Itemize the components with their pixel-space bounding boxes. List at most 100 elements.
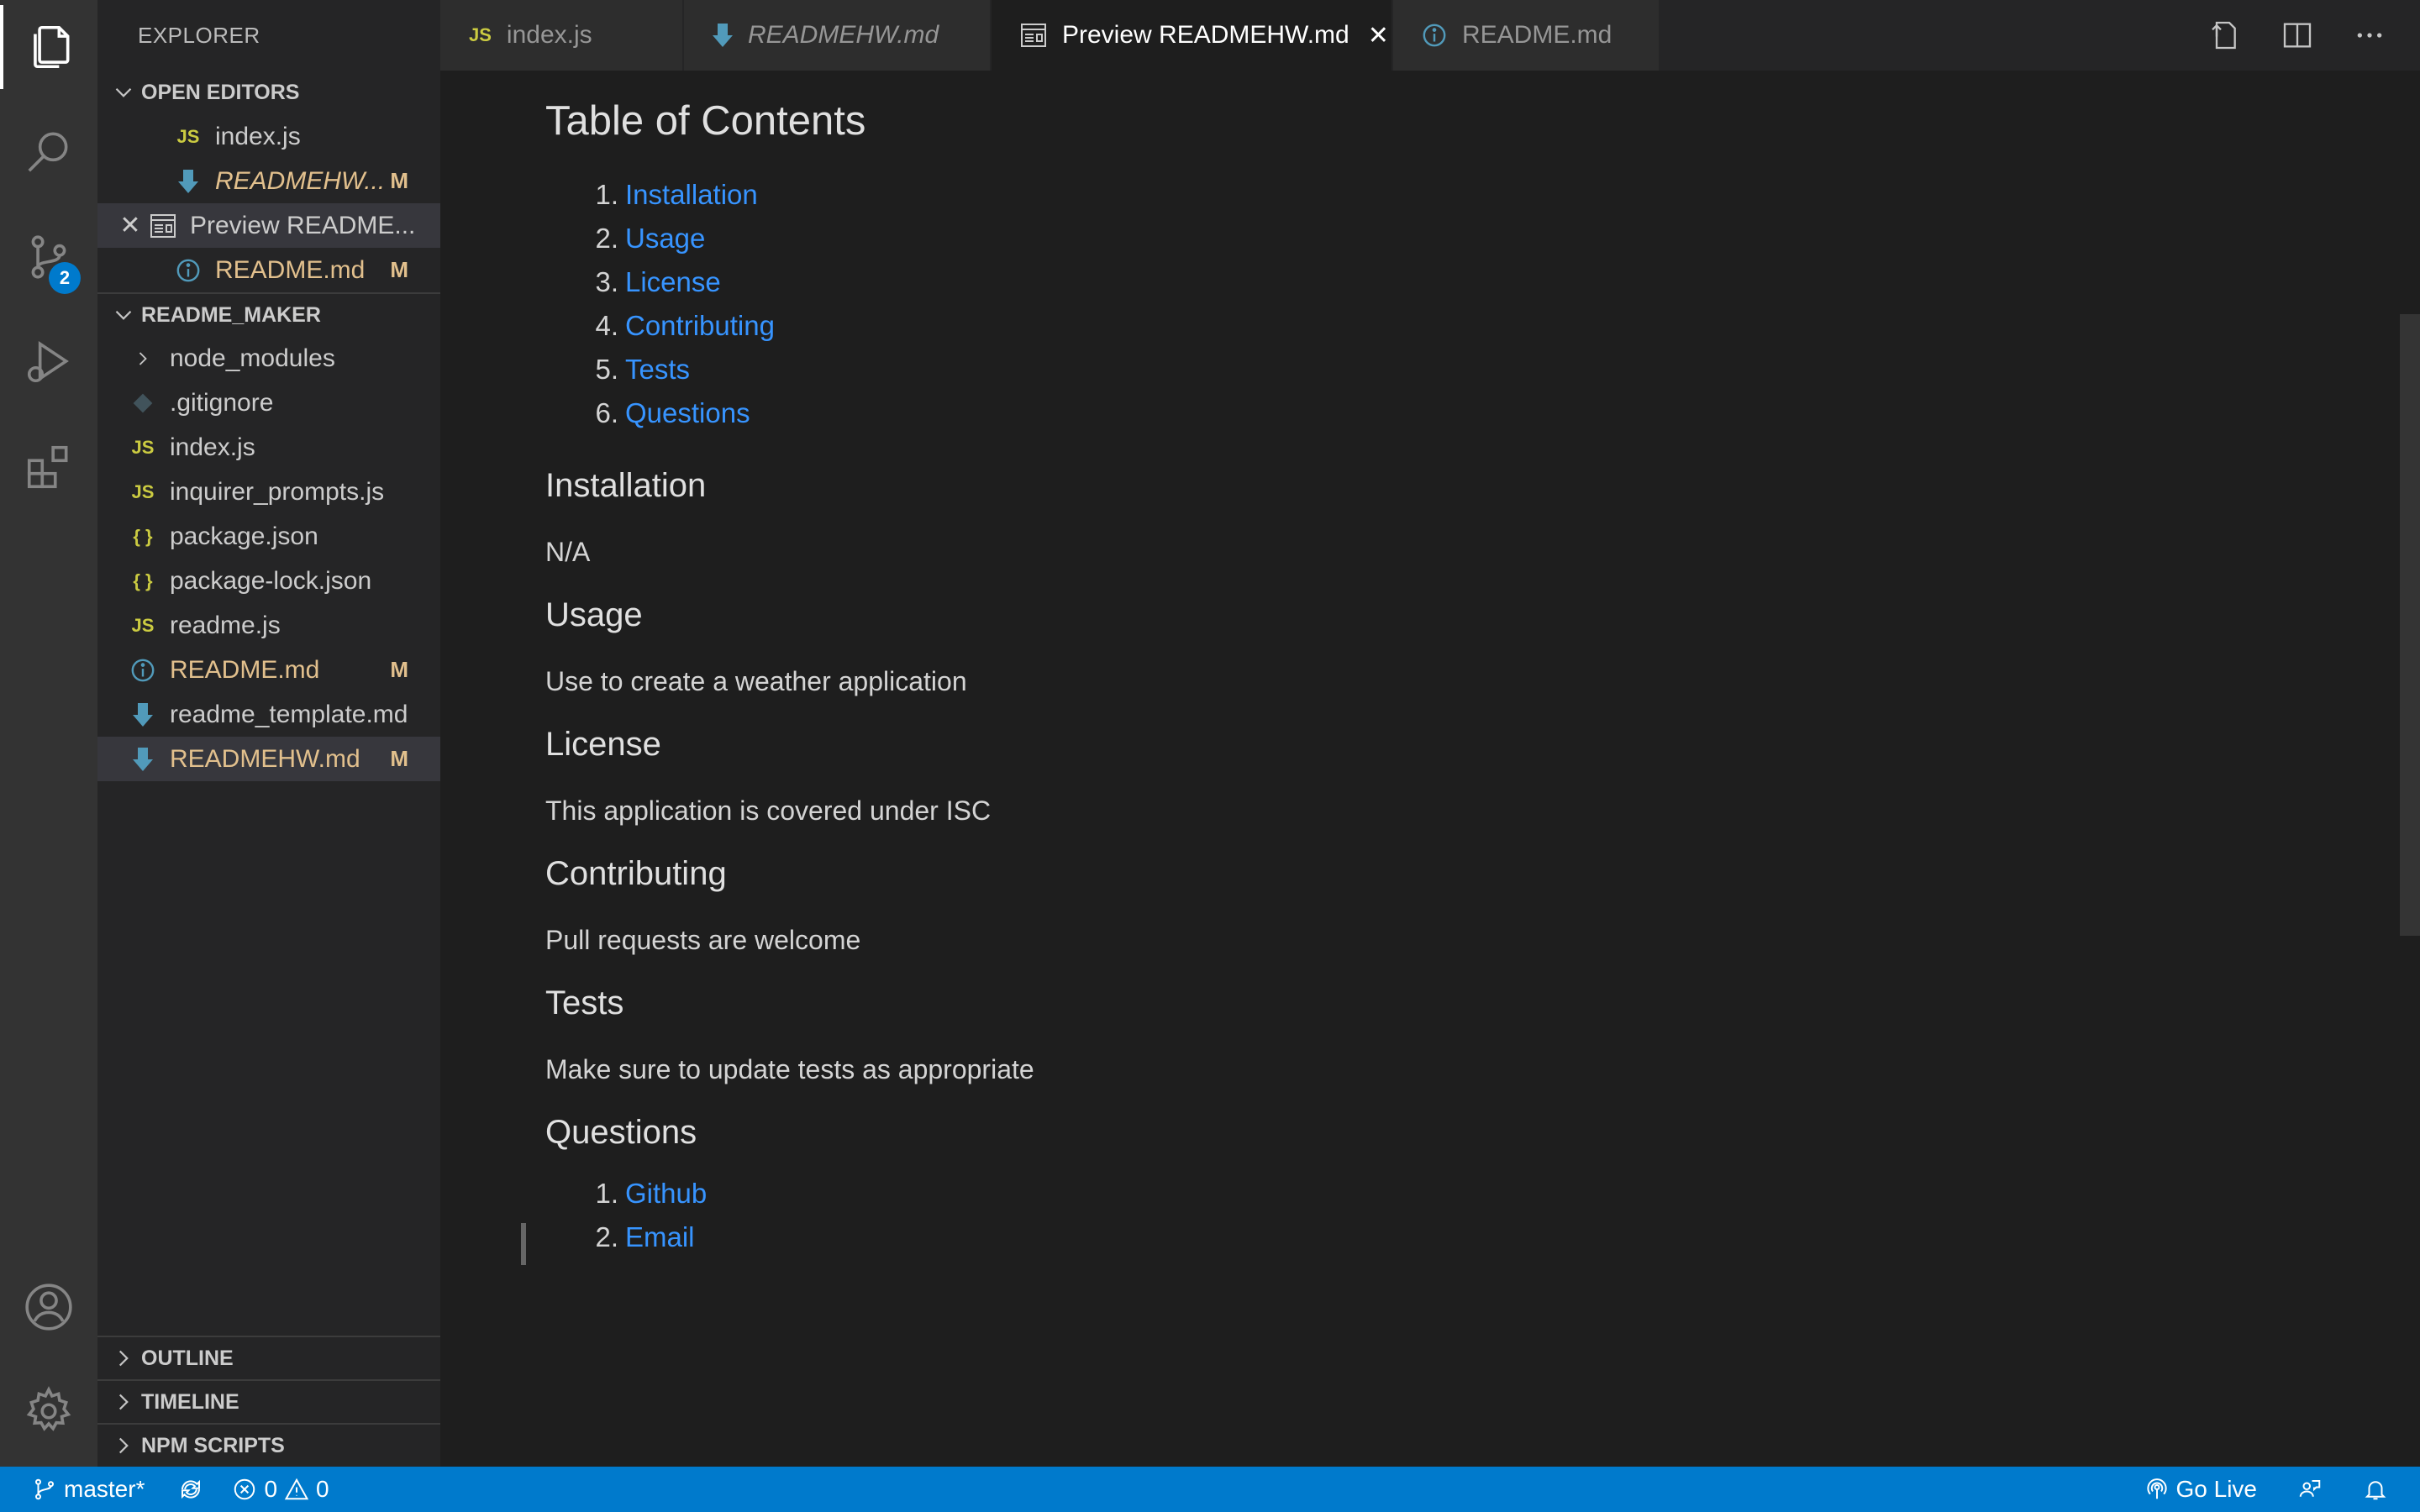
- open-editor-index-js[interactable]: JS index.js: [97, 114, 440, 159]
- sync-icon: [182, 1479, 201, 1499]
- section-heading: Contributing: [545, 855, 727, 892]
- file-readme-template[interactable]: readme_template.md: [97, 692, 440, 737]
- list-number: 2.: [595, 223, 618, 254]
- file-label: package-lock.json: [170, 566, 372, 595]
- open-source-icon[interactable]: [2208, 18, 2242, 52]
- branch-indicator[interactable]: master*: [32, 1476, 145, 1503]
- email-link[interactable]: Email: [625, 1221, 695, 1253]
- toc-link-tests[interactable]: Tests: [625, 354, 690, 386]
- file-gitignore[interactable]: .gitignore: [97, 381, 440, 425]
- file-package-json[interactable]: { } package.json: [97, 514, 440, 559]
- feedback-icon: [2299, 1480, 2321, 1497]
- info-icon: [171, 258, 205, 283]
- branch-name: master*: [64, 1476, 145, 1502]
- explorer-icon[interactable]: [0, 5, 97, 89]
- extensions-icon[interactable]: [0, 425, 97, 509]
- account-icon[interactable]: [0, 1265, 97, 1349]
- toc-link-license[interactable]: License: [625, 266, 721, 298]
- tab-readme[interactable]: README.md: [1393, 0, 1660, 71]
- git-icon: [126, 392, 160, 414]
- close-tab-icon[interactable]: ✕: [1368, 21, 1389, 50]
- npm-scripts-section[interactable]: NPM SCRIPTS: [97, 1423, 440, 1467]
- js-file-icon: JS: [131, 614, 155, 636]
- notifications-button[interactable]: [2363, 1477, 2388, 1502]
- list-number: 3.: [595, 266, 618, 297]
- scrollbar-thumb[interactable]: [2400, 314, 2420, 936]
- feedback-button[interactable]: [2297, 1477, 2323, 1502]
- section-heading: Questions: [545, 1114, 697, 1151]
- toc-link-contributing[interactable]: Contributing: [625, 310, 775, 342]
- folder-node-modules[interactable]: node_modules: [97, 336, 440, 381]
- close-icon[interactable]: ✕: [119, 211, 141, 240]
- section-body: Make sure to update tests as appropriate: [545, 1054, 1034, 1084]
- js-file-icon: JS: [131, 436, 155, 458]
- bell-icon: [2365, 1481, 2386, 1500]
- search-icon[interactable]: [0, 109, 97, 193]
- file-readmehw-md[interactable]: READMEHW.md M: [97, 737, 440, 781]
- chevron-right-icon: [126, 347, 160, 370]
- toc-link-questions[interactable]: Questions: [625, 397, 750, 429]
- file-package-lock-json[interactable]: { } package-lock.json: [97, 559, 440, 603]
- chevron-right-icon: [118, 1437, 129, 1454]
- editor-tabs: JS index.js READMEHW.md Preview READMEHW…: [440, 0, 2420, 71]
- section-body: Pull requests are welcome: [545, 925, 861, 955]
- file-label: inquirer_prompts.js: [170, 477, 385, 506]
- js-file-icon: JS: [176, 125, 200, 147]
- tab-readmehw[interactable]: READMEHW.md: [684, 0, 992, 71]
- open-editors-header[interactable]: OPEN EDITORS: [97, 71, 440, 114]
- problems-indicator[interactable]: 0 0: [232, 1476, 329, 1503]
- sync-button[interactable]: [178, 1477, 203, 1502]
- error-count: 0: [264, 1476, 278, 1502]
- tab-index-js[interactable]: JS index.js: [440, 0, 684, 71]
- timeline-section[interactable]: TIMELINE: [97, 1379, 440, 1423]
- open-editor-readme[interactable]: README.md M: [97, 248, 440, 292]
- line-marker: [521, 1223, 526, 1265]
- json-file-icon: { }: [133, 525, 153, 547]
- preview-content: Table of Contents 1. Installation 2. Usage…: [545, 71, 2310, 1259]
- tab-preview-readmehw[interactable]: Preview READMEHW.md ✕: [992, 0, 1393, 71]
- project-folder-header[interactable]: README_MAKER: [97, 292, 440, 336]
- section-label: TIMELINE: [141, 1389, 239, 1414]
- git-branch-icon: [35, 1478, 54, 1500]
- file-readme-md[interactable]: README.md M: [97, 648, 440, 692]
- question-item: 2. Email: [545, 1215, 2310, 1259]
- list-number: 2.: [595, 1221, 618, 1252]
- file-index-js[interactable]: JS index.js: [97, 425, 440, 470]
- chevron-down-icon: [115, 310, 132, 320]
- toc-item: 6. Questions: [545, 391, 2310, 435]
- open-editor-readmehw[interactable]: READMEHW... M: [97, 159, 440, 203]
- error-icon: [234, 1478, 255, 1500]
- info-icon: [126, 658, 160, 683]
- run-debug-icon[interactable]: [0, 319, 97, 403]
- more-actions-icon[interactable]: [2353, 18, 2386, 52]
- tab-label: Preview READMEHW.md: [1062, 21, 1349, 49]
- file-label: Preview README...: [190, 211, 416, 239]
- markdown-icon: [171, 169, 205, 193]
- preview-icon: [146, 213, 180, 239]
- github-link[interactable]: Github: [625, 1178, 707, 1210]
- outline-section[interactable]: OUTLINE: [97, 1336, 440, 1379]
- activity-bar: 2: [0, 0, 97, 1467]
- toc-link-usage[interactable]: Usage: [625, 223, 705, 255]
- open-editor-preview[interactable]: ✕ Preview README...: [97, 203, 440, 248]
- go-live-button[interactable]: Go Live: [2144, 1476, 2257, 1503]
- file-inquirer-prompts[interactable]: JS inquirer_prompts.js: [97, 470, 440, 514]
- split-editor-icon[interactable]: [2281, 18, 2314, 52]
- question-item: 1. Github: [545, 1172, 2310, 1215]
- section-heading: Usage: [545, 596, 643, 633]
- file-readme-js[interactable]: JS readme.js: [97, 603, 440, 648]
- info-icon: [1422, 23, 1447, 48]
- toc-heading: Table of Contents: [545, 98, 866, 144]
- settings-gear-icon[interactable]: [0, 1369, 97, 1453]
- file-label: READMEHW...: [215, 166, 386, 195]
- section-label: README_MAKER: [141, 302, 321, 327]
- toc-item: 1. Installation: [545, 173, 2310, 217]
- modified-badge: M: [390, 657, 408, 682]
- warning-count: 0: [316, 1476, 329, 1502]
- section-body: N/A: [545, 537, 591, 567]
- file-label: README.md: [215, 255, 366, 284]
- section-label: OPEN EDITORS: [141, 80, 300, 104]
- toc-link-installation[interactable]: Installation: [625, 179, 758, 211]
- toc-list: 1. Installation 2. Usage 3. License 4. Contr…: [545, 173, 2310, 435]
- source-control-icon[interactable]: 2: [0, 215, 97, 299]
